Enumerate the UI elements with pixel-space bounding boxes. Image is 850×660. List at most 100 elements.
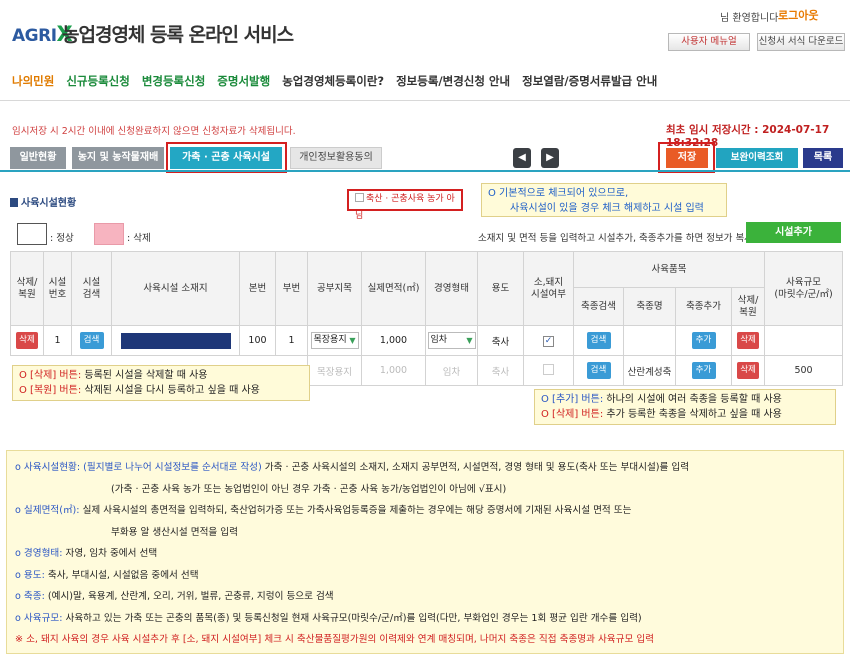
col-land-category: 공부지목 [307, 251, 362, 326]
annot-add-label: O [추가] 버튼: [541, 394, 604, 405]
tab-underline [0, 170, 850, 172]
annot-delete-text: 등록된 시설을 삭제할 때 사용 [84, 370, 208, 381]
table-row: 삭제 1 검색 100 1 목장용지 ▼ 1,000 임차 ▼ 축사 ✓ 검색 추가… [10, 325, 844, 356]
info-mgmt-text: 자영, 임차 중에서 선택 [65, 548, 158, 559]
delete-facility-button[interactable]: 삭제 [16, 332, 38, 349]
nav-divider [0, 100, 850, 101]
highlight-livestock-tab [166, 142, 287, 173]
legend-deleted-swatch [94, 223, 124, 245]
col-main-no: 본번 [239, 251, 276, 326]
logo-text: AGRI [12, 26, 57, 46]
annot-restore-text: 삭제된 시설을 다시 등록하고 싶을 때 사용 [84, 385, 260, 396]
mgmt-type-select[interactable]: 임차 ▼ [427, 332, 476, 349]
non-farm-label: 축산 · 곤충사육 농가 아님 [355, 194, 455, 221]
breed-delete-button[interactable]: 삭제 [737, 332, 760, 349]
legend-deleted-label: : 삭제 [127, 233, 151, 244]
legend-normal-swatch [17, 223, 47, 245]
site-title: 농업경영체 등록 온라인 서비스 [62, 24, 294, 46]
info-area-text: 실제 사육시설의 총면적을 입력하되, 축산업허가증 또는 가축사육업등록증을 … [82, 505, 632, 516]
annotation-nonfarm-line2: 사육시설이 있을 경우 체크 해제하고 시설 입력 [510, 203, 704, 214]
tab-farmland[interactable]: 농지 및 농작물재배 [72, 147, 164, 169]
col-sub-no: 부번 [275, 251, 308, 326]
scale-cell: 500 [764, 355, 844, 386]
mgmt-type-value: 임차 [430, 335, 448, 345]
breed-name-cell: 산란계성축 [623, 355, 676, 386]
highlight-save-button [658, 142, 715, 173]
info-facility-text-2: (가축 · 곤충 사육 농가 또는 농업법인이 아닌 경우 가축 · 곤충 사육… [111, 483, 507, 495]
nav-about[interactable]: 농업경영체등록이란? [282, 73, 384, 89]
col-actual-area: 실제면적(㎡) [361, 251, 426, 326]
checkbox-icon[interactable] [355, 193, 364, 202]
annot-add-text: 하나의 시설에 여러 축종을 등록할 때 사용 [606, 394, 782, 405]
cattle-pig-checkbox[interactable]: ✓ [543, 335, 554, 347]
chevron-down-icon: ▼ [349, 336, 356, 345]
temp-save-warning: 임시저장 시 2시간 이내에 신청완료하지 않으면 신청자료가 삭제됩니다. [12, 126, 296, 137]
breed-add-button[interactable]: 추가 [691, 362, 716, 379]
use-cell: 축사 [477, 325, 524, 356]
form-download-button[interactable]: 신청서 서식 다운로드 [757, 33, 845, 51]
welcome-text: 님 환영합니다 [720, 13, 779, 24]
land-category-cell: 목장용지 [307, 355, 362, 386]
nav-new-register[interactable]: 신규등록신청 [66, 73, 129, 89]
col-mgmt-type: 경영형태 [425, 251, 478, 326]
copy-note: 소재지 및 면적 등을 입력하고 시설추가, 축종추가를 하면 정보가 복사됩니… [478, 233, 783, 244]
cattle-pig-checkbox[interactable] [543, 363, 554, 375]
col-breed-del: 삭제/ 복원 [730, 287, 766, 326]
non-farm-checkbox[interactable]: 축산 · 곤충사육 농가 아님 [347, 189, 463, 221]
add-facility-button[interactable]: 시설추가 [746, 222, 841, 243]
annotation-nonfarm-line1: O 기본적으로 체크되어 있으므로, [488, 188, 629, 199]
nav-change-register[interactable]: 변경등록신청 [142, 73, 205, 89]
info-breed-label: o 축종: [15, 591, 45, 602]
annotation-delete-restore: O [삭제] 버튼: 등록된 시설을 삭제할 때 사용 O [복원] 버튼: 삭… [12, 365, 310, 401]
facility-no-cell: 1 [43, 325, 72, 356]
location-field-redacted[interactable] [120, 332, 231, 349]
col-use: 용도 [477, 251, 524, 326]
info-facility-label: o 사육시설현황: [15, 462, 81, 473]
user-manual-button[interactable]: 사용자 메뉴얼 [668, 33, 750, 51]
land-category-select[interactable]: 목장용지 ▼ [310, 332, 359, 349]
scale-cell [764, 325, 844, 356]
list-button[interactable]: 목록 [803, 148, 843, 168]
next-arrow-icon[interactable]: ▶ [541, 148, 559, 168]
col-cattle-pig: 소,돼지 시설여부 [523, 251, 574, 326]
logout-link[interactable]: 로그아웃 [778, 7, 818, 23]
prev-arrow-icon[interactable]: ◀ [513, 148, 531, 168]
info-scale-label: o 사육규모: [15, 612, 63, 624]
col-breed-search: 축종검색 [573, 287, 624, 326]
land-category-value: 목장용지 [313, 335, 347, 345]
actual-area-cell: 1,000 [361, 355, 426, 386]
info-use-text: 축사, 부대시설, 시설없음 중에서 선택 [47, 569, 199, 581]
use-cell: 축사 [477, 355, 524, 386]
annot-restore-label: O [복원] 버튼: [19, 385, 82, 396]
breed-search-button[interactable]: 검색 [586, 332, 611, 349]
col-breed-group: 사육품목 [572, 251, 766, 288]
main-nav: 나의민원 신규등록신청 변경등록신청 증명서발행 농업경영체등록이란? 정보등록… [12, 73, 657, 89]
col-facility-no: 시설 번호 [43, 251, 72, 326]
tab-privacy-consent[interactable]: 개인정보활용동의 [290, 147, 382, 169]
section-title-text: 사육시설현황 [21, 198, 77, 209]
annotation-nonfarm: O 기본적으로 체크되어 있으므로, 사육시설이 있을 경우 체크 해제하고 시… [481, 183, 727, 217]
info-facility-emphasis: (필지별로 나누어 시설정보를 순서대로 작성) [83, 462, 262, 473]
chevron-down-icon: ▼ [466, 336, 473, 345]
history-button[interactable]: 보완이력조회 [716, 148, 798, 168]
info-use-label: o 용도: [15, 569, 45, 581]
breed-delete-button[interactable]: 삭제 [737, 362, 760, 379]
annotation-add-delete-breed: O [추가] 버튼: 하나의 시설에 여러 축종을 등록할 때 사용 O [삭제… [534, 389, 836, 425]
info-breed-text: (예시)말, 육용계, 산란계, 오리, 거위, 벌류, 곤충류, 지렁이 등으… [47, 591, 334, 602]
breed-name-cell [623, 325, 676, 356]
breed-search-button[interactable]: 검색 [586, 362, 611, 379]
breed-add-button[interactable]: 추가 [691, 332, 716, 349]
facility-search-button[interactable]: 검색 [79, 332, 104, 349]
nav-info-change-guide[interactable]: 정보등록/변경신청 안내 [396, 73, 510, 89]
info-scale-text: 사육하고 있는 가축 또는 곤충의 품목(종) 및 등록신청일 현재 사육규모(… [65, 612, 642, 624]
actual-area-cell[interactable]: 1,000 [361, 325, 426, 356]
tab-general[interactable]: 일반현황 [10, 147, 66, 169]
section-title: 사육시설현황 [10, 194, 76, 209]
sub-no-cell: 1 [275, 325, 308, 356]
info-area-text-2: 부화용 알 생산시설 면적을 입력 [111, 526, 238, 538]
nav-info-view-guide[interactable]: 정보열람/증명서류발급 안내 [522, 73, 657, 89]
nav-certificate[interactable]: 증명서발행 [217, 73, 270, 89]
nav-my-civil[interactable]: 나의민원 [12, 73, 54, 89]
col-scale: 사육규모 (마릿수/군/㎡) [764, 251, 844, 326]
col-del-restore: 삭제/ 복원 [10, 251, 44, 326]
